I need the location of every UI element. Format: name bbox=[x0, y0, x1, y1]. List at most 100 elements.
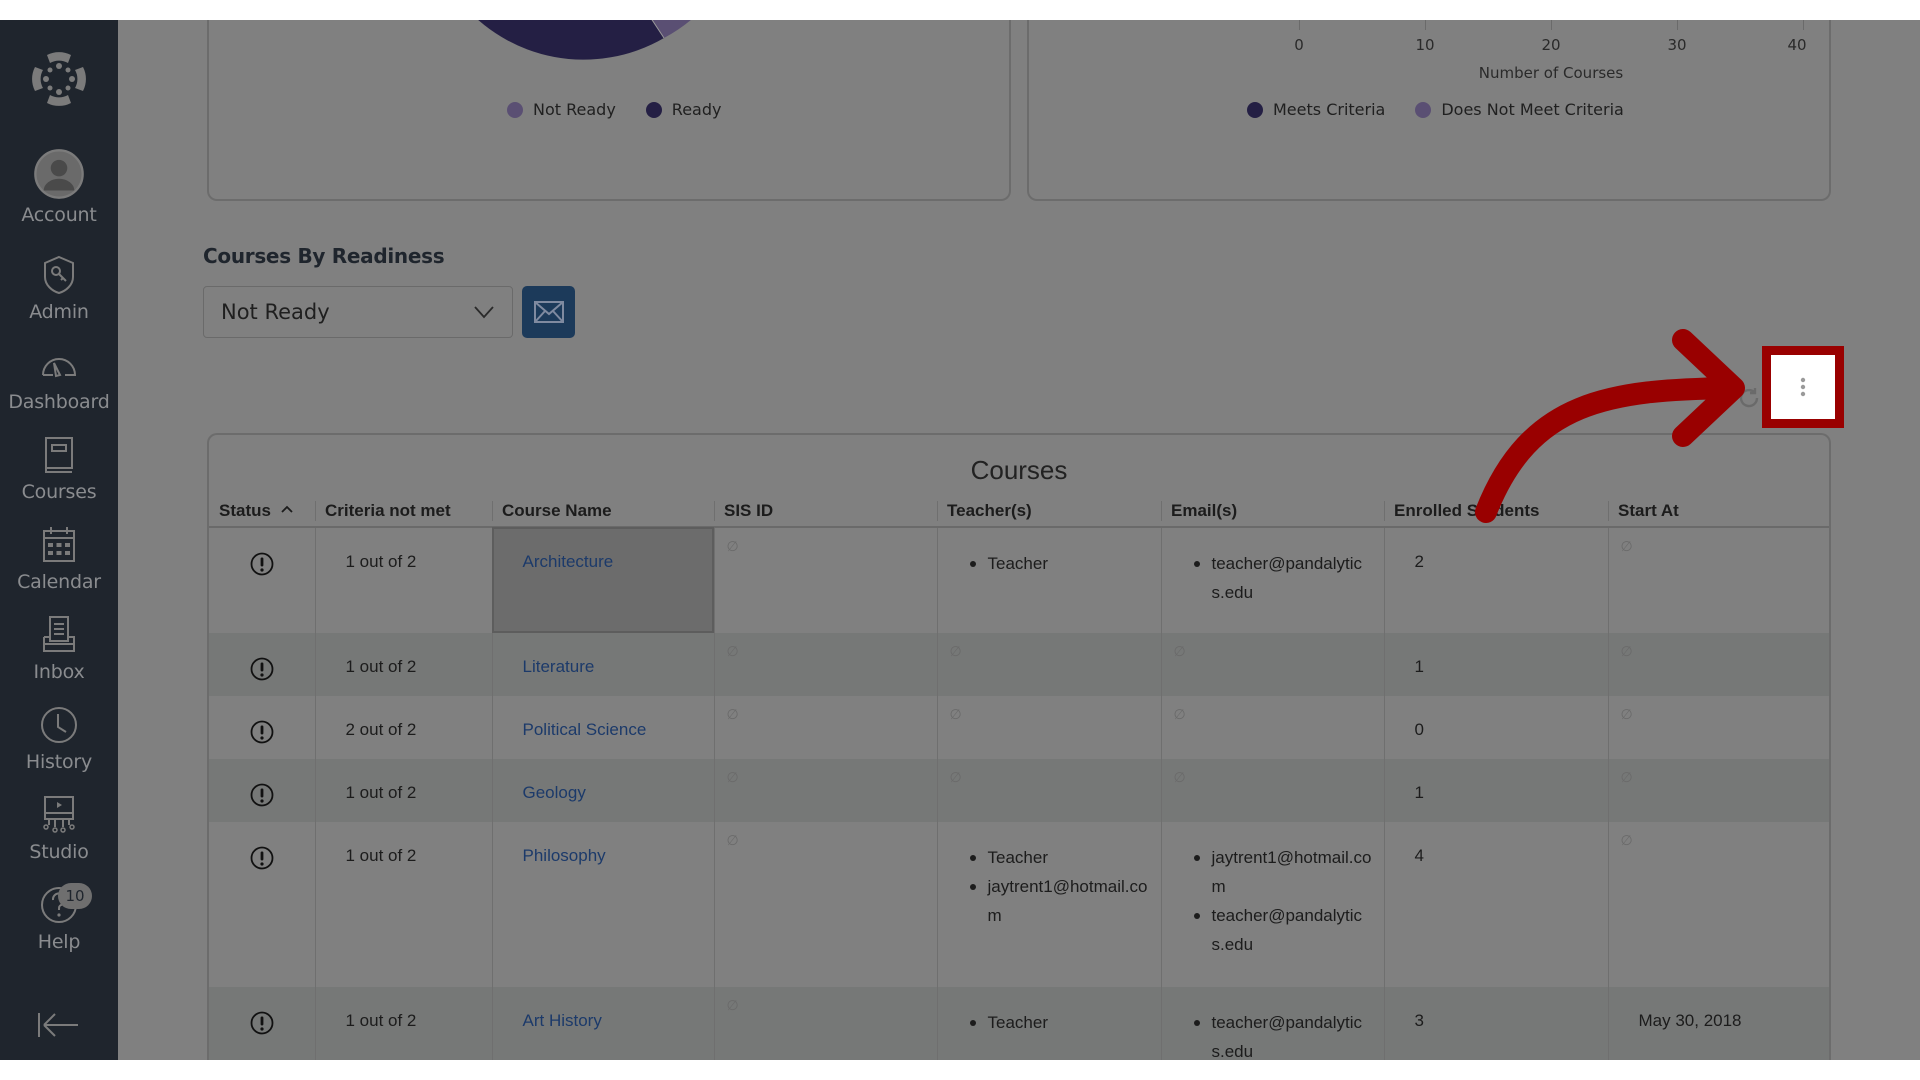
column-header-start-at[interactable]: Start At bbox=[1608, 495, 1829, 528]
legend-item-does-not-meet-criteria[interactable]: Does Not Meet Criteria bbox=[1415, 100, 1624, 119]
select-value: Not Ready bbox=[221, 300, 330, 324]
warning-icon bbox=[250, 1011, 274, 1035]
sidebar-item-admin[interactable]: Admin bbox=[0, 253, 118, 323]
column-header-label: SIS ID bbox=[724, 500, 774, 520]
email-teachers-button[interactable] bbox=[522, 286, 575, 338]
legend-item-not-ready[interactable]: Not Ready bbox=[507, 100, 616, 119]
course-link[interactable]: Geology bbox=[523, 783, 586, 802]
sidebar-item-label: History bbox=[25, 751, 93, 773]
emails-cell: teacher@pandalytics.edu bbox=[1160, 527, 1384, 633]
empty-value-icon: ∅ bbox=[726, 769, 739, 785]
start-date: May 30, 2018 bbox=[1638, 1011, 1742, 1030]
table-options-menu-button[interactable] bbox=[1762, 346, 1844, 428]
criteria-cell: 2 out of 2 bbox=[314, 696, 492, 759]
legend-item-ready[interactable]: Ready bbox=[645, 100, 722, 119]
global-nav-sidebar: Account Admin Dashboard Courses Calendar… bbox=[0, 20, 118, 1060]
empty-value-icon: ∅ bbox=[949, 706, 962, 722]
course-link[interactable]: Philosophy bbox=[523, 846, 606, 865]
readiness-filter-select[interactable]: Not Ready bbox=[203, 286, 513, 338]
column-header-label: Status bbox=[219, 500, 271, 520]
sis-id-cell: ∅ bbox=[713, 987, 937, 1060]
column-header-label: Criteria not met bbox=[325, 500, 451, 520]
column-header-enrolled[interactable]: Enrolled Students bbox=[1384, 495, 1608, 528]
course-name-cell[interactable]: Architecture bbox=[491, 527, 714, 633]
list-item: jaytrent1@hotmail.com bbox=[1192, 843, 1372, 901]
canvas-logo-icon[interactable] bbox=[29, 49, 89, 109]
empty-value-icon: ∅ bbox=[726, 832, 739, 848]
table-row[interactable]: 1 out of 2 Art History ∅ Teacher teacher@pan… bbox=[209, 987, 1829, 1060]
legend-label: Ready bbox=[671, 100, 722, 119]
account-avatar-icon bbox=[34, 149, 84, 199]
courses-table: Status Criteria not met Course Name SIS … bbox=[209, 495, 1829, 1060]
sidebar-item-calendar[interactable]: Calendar bbox=[0, 523, 118, 593]
table-row[interactable]: 1 out of 2 Architecture ∅ Teacher teacher@pa… bbox=[209, 527, 1829, 633]
enrolled-value: 4 bbox=[1414, 846, 1424, 865]
course-name-cell[interactable]: Philosophy bbox=[491, 822, 714, 987]
course-link[interactable]: Literature bbox=[523, 657, 595, 676]
sidebar-item-account[interactable]: Account bbox=[0, 148, 118, 226]
courses-book-icon bbox=[45, 437, 73, 473]
sort-ascending-icon[interactable] bbox=[281, 505, 293, 513]
sidebar-item-courses[interactable]: Courses bbox=[0, 433, 118, 503]
column-header-sis-id[interactable]: SIS ID bbox=[714, 495, 937, 528]
table-header-row: Status Criteria not met Course Name SIS … bbox=[209, 495, 1829, 528]
axis-tick bbox=[1677, 20, 1678, 30]
column-header-course-name[interactable]: Course Name bbox=[492, 495, 714, 528]
course-name-cell[interactable]: Geology bbox=[491, 759, 714, 822]
column-header-label: Start At bbox=[1618, 500, 1679, 520]
collapse-arrow-icon[interactable] bbox=[36, 1010, 82, 1040]
refresh-icon[interactable] bbox=[1737, 386, 1761, 410]
readiness-pie-chart bbox=[478, 20, 691, 60]
warning-icon bbox=[250, 720, 274, 744]
sidebar-item-label: Courses bbox=[21, 481, 97, 503]
sidebar-item-help[interactable]: 10 Help bbox=[0, 883, 118, 953]
sis-id-cell: ∅ bbox=[713, 822, 937, 987]
table-row[interactable]: 2 out of 2 Political Science ∅ ∅ ∅ 0 ∅ bbox=[209, 696, 1829, 759]
emails-cell: ∅ bbox=[1160, 759, 1384, 822]
sidebar-item-history[interactable]: History bbox=[0, 703, 118, 773]
sidebar-item-dashboard[interactable]: Dashboard bbox=[0, 343, 118, 413]
course-name-cell[interactable]: Literature bbox=[491, 633, 714, 696]
sidebar-item-label: Help bbox=[37, 931, 81, 953]
course-name-cell[interactable]: Political Science bbox=[491, 696, 714, 759]
criteria-value: 1 out of 2 bbox=[345, 846, 417, 865]
course-link[interactable]: Political Science bbox=[523, 720, 647, 739]
column-header-status[interactable]: Status bbox=[209, 495, 315, 528]
table-row[interactable]: 1 out of 2 Literature ∅ ∅ ∅ 1 ∅ bbox=[209, 633, 1829, 696]
sidebar-item-label: Inbox bbox=[33, 661, 85, 683]
criteria-cell: 1 out of 2 bbox=[314, 527, 492, 633]
legend-item-meets-criteria[interactable]: Meets Criteria bbox=[1247, 100, 1385, 119]
enrolled-cell: 0 bbox=[1383, 696, 1608, 759]
column-header-criteria[interactable]: Criteria not met bbox=[315, 495, 492, 528]
column-header-emails[interactable]: Email(s) bbox=[1161, 495, 1384, 528]
dashboard-gauge-icon bbox=[42, 358, 77, 378]
studio-icon bbox=[43, 796, 75, 833]
list-item: Teacher bbox=[968, 1008, 1148, 1037]
enrolled-cell: 1 bbox=[1383, 633, 1608, 696]
teachers-cell: Teacher bbox=[936, 987, 1161, 1060]
help-notification-badge: 10 bbox=[58, 883, 92, 909]
list-item: Teacher bbox=[968, 843, 1148, 872]
course-link[interactable]: Art History bbox=[523, 1011, 602, 1030]
enrolled-cell: 3 bbox=[1383, 987, 1608, 1060]
criteria-value: 1 out of 2 bbox=[345, 657, 417, 676]
status-cell bbox=[209, 527, 315, 633]
sidebar-item-studio[interactable]: Studio bbox=[0, 793, 118, 863]
legend-swatch bbox=[1247, 101, 1263, 118]
teachers-cell: Teacher bbox=[936, 527, 1161, 633]
table-row[interactable]: 1 out of 2 Philosophy ∅ Teacher jaytrent1@ho… bbox=[209, 822, 1829, 987]
table-row[interactable]: 1 out of 2 Geology ∅ ∅ ∅ 1 ∅ bbox=[209, 759, 1829, 822]
warning-icon bbox=[250, 783, 274, 807]
criteria-value: 1 out of 2 bbox=[345, 552, 417, 571]
start-at-cell: ∅ bbox=[1607, 527, 1829, 633]
teachers-cell: Teacher jaytrent1@hotmail.com bbox=[936, 822, 1161, 987]
emails-cell: jaytrent1@hotmail.com teacher@pandalytics… bbox=[1160, 822, 1384, 987]
table-title: Courses bbox=[970, 455, 1068, 485]
course-link[interactable]: Architecture bbox=[523, 552, 614, 571]
criteria-x-axis: 0 10 20 30 40 Number of Courses bbox=[1294, 20, 1807, 100]
column-header-teachers[interactable]: Teacher(s) bbox=[937, 495, 1161, 528]
course-name-cell[interactable]: Art History bbox=[491, 987, 714, 1060]
sidebar-item-inbox[interactable]: Inbox bbox=[0, 613, 118, 683]
legend-label: Does Not Meet Criteria bbox=[1441, 100, 1624, 119]
criteria-value: 1 out of 2 bbox=[345, 783, 417, 802]
